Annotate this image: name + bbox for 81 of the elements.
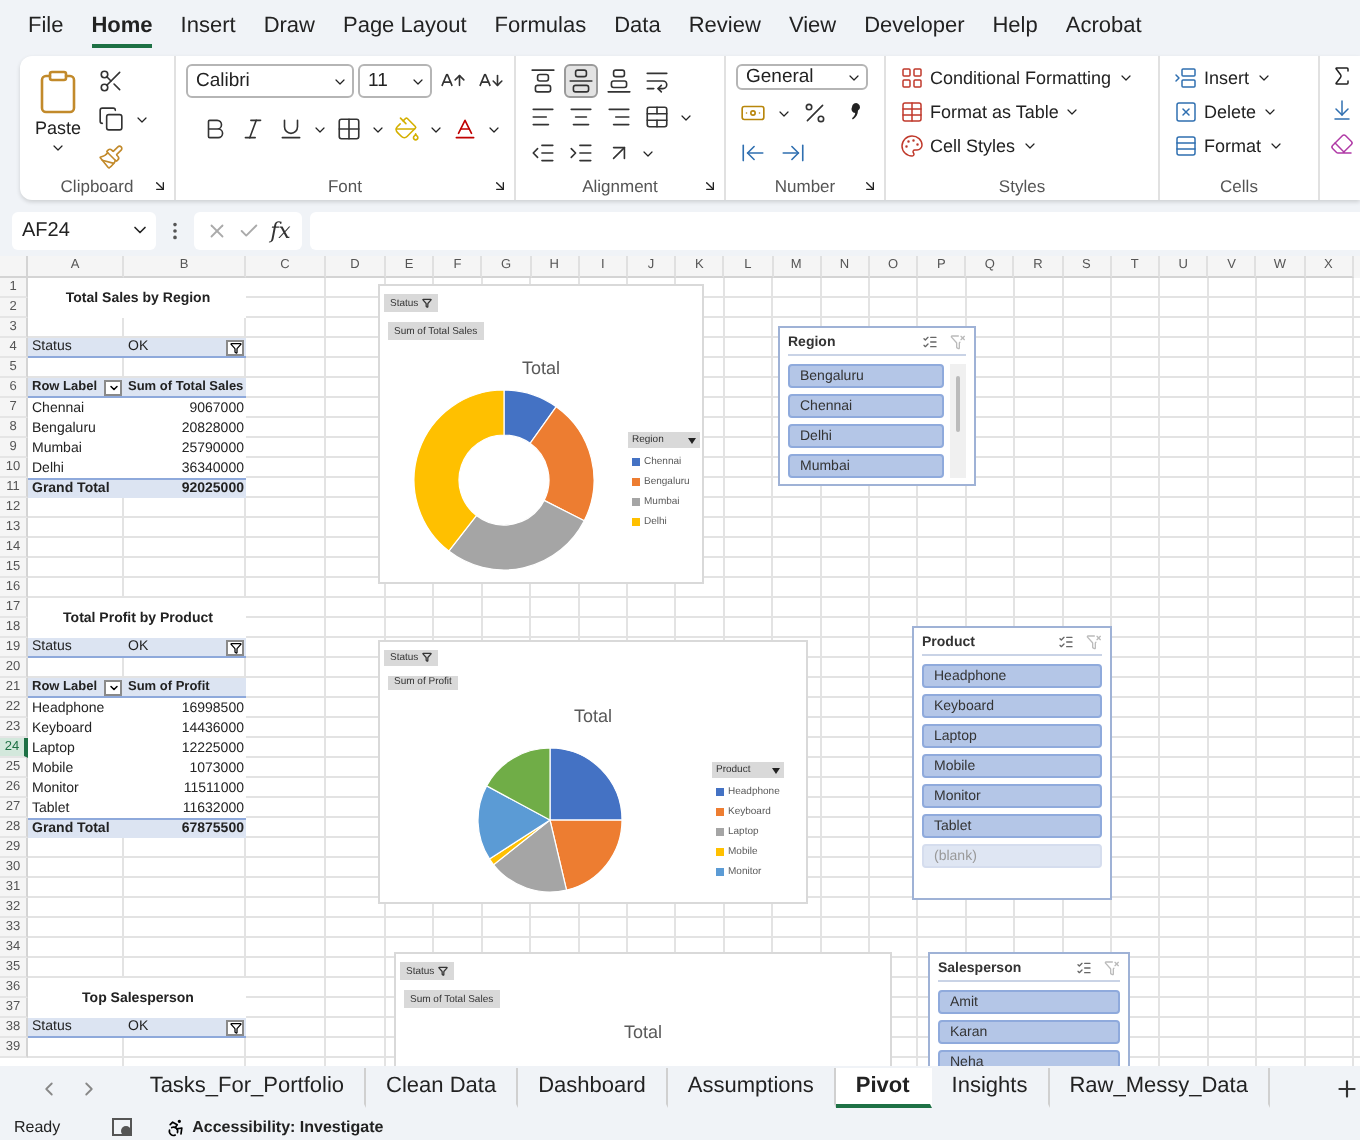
caret-icon[interactable] [1255, 70, 1272, 86]
menu-tab[interactable]: Formulas [494, 8, 587, 48]
dialog-launcher-icon[interactable] [492, 177, 508, 193]
chart-title: Total [623, 1022, 662, 1042]
caret-icon[interactable] [688, 437, 696, 443]
pie-slice[interactable] [549, 819, 623, 891]
donut-slice[interactable] [503, 389, 557, 444]
add-sheet-button[interactable] [1333, 1075, 1360, 1101]
pie-slice[interactable] [549, 747, 623, 821]
dialog-launcher-icon[interactable] [152, 177, 168, 193]
sheet-tab[interactable]: Insights [931, 1068, 1050, 1108]
multi-select-icon[interactable] [922, 334, 938, 350]
styles-button[interactable]: Conditional Formatting [896, 64, 1138, 92]
menu-tab[interactable]: Review [688, 8, 761, 48]
filter-icon[interactable] [422, 298, 433, 308]
styles-button[interactable]: Format as Table [896, 98, 1085, 126]
fill-icon[interactable] [1330, 98, 1354, 122]
scrollbar[interactable] [950, 364, 966, 478]
group-label: Font [327, 175, 362, 195]
styles-button[interactable]: Cell Styles [896, 132, 1042, 160]
group-label: Cells [1220, 175, 1258, 195]
chart-title: Total [521, 358, 560, 378]
sheet-tab[interactable]: Tasks_For_Portfolio [129, 1068, 367, 1108]
group-label: Styles [998, 175, 1046, 195]
caret-icon[interactable] [1064, 104, 1081, 120]
menu-tab[interactable]: Insert [180, 8, 236, 48]
menu-tab[interactable]: Acrobat [1065, 8, 1142, 48]
caret-icon[interactable] [50, 140, 66, 156]
menu-tab[interactable]: Developer [864, 8, 965, 48]
sheet-tab[interactable]: Pivot [835, 1068, 932, 1108]
cells-button[interactable]: Delete [1170, 98, 1283, 126]
group-label: Clipboard [60, 175, 134, 195]
sheet-tab[interactable]: Raw_Messy_Data [1049, 1068, 1270, 1108]
dialog-launcher-icon[interactable] [702, 177, 718, 193]
font-name-field[interactable]: Calibri [186, 64, 354, 98]
format-icon[interactable] [1174, 134, 1198, 158]
eraser-icon[interactable] [1330, 132, 1354, 156]
delete-icon[interactable] [1174, 100, 1198, 124]
filter-icon[interactable] [422, 652, 433, 663]
accessibility-icon[interactable] [166, 1117, 187, 1137]
caret-icon[interactable] [1267, 138, 1284, 154]
menu-tab[interactable]: File [28, 8, 64, 48]
pie-slice[interactable] [493, 819, 568, 893]
caret-icon[interactable] [1021, 138, 1038, 154]
filter-icon[interactable] [438, 966, 449, 976]
menu-tab[interactable]: Home [91, 8, 153, 48]
menu-tab[interactable]: Draw [263, 8, 315, 48]
group-label: Alignment [582, 175, 658, 195]
insert-function-button[interactable]: fx [270, 217, 291, 243]
menu-tab[interactable]: View [788, 8, 837, 48]
conditional-formatting-icon[interactable] [900, 66, 924, 90]
caret-icon[interactable] [1117, 70, 1134, 86]
menu-tab[interactable]: Page Layout [342, 8, 467, 48]
chart-title: Total [573, 706, 612, 726]
font-size-field[interactable]: 11 [358, 64, 432, 98]
multi-select-icon[interactable] [1076, 960, 1092, 976]
pie-slice[interactable] [486, 747, 551, 821]
macro-record-icon[interactable] [112, 1117, 135, 1137]
dialog-launcher-icon[interactable] [862, 177, 878, 193]
caret-icon[interactable] [772, 767, 780, 773]
table-icon[interactable] [900, 100, 924, 124]
cells-button[interactable]: Insert [1170, 64, 1276, 92]
sheet-tab[interactable]: Clean Data [366, 1068, 519, 1108]
name-box[interactable]: AF24 [12, 211, 156, 249]
cells-button[interactable]: Format [1170, 132, 1288, 160]
status-text: Ready [14, 1118, 61, 1136]
group-label: Number [774, 175, 836, 195]
menu-tab[interactable]: Help [992, 8, 1038, 48]
accessibility-button[interactable]: Accessibility: Investigate [166, 1117, 384, 1137]
paste-button[interactable]: Paste [30, 64, 86, 170]
insert-icon[interactable] [1174, 66, 1198, 90]
donut-slice[interactable] [529, 406, 595, 522]
sheet-tab[interactable]: Dashboard [518, 1068, 668, 1108]
number-format-field[interactable]: General [736, 64, 868, 90]
multi-select-icon[interactable] [1058, 634, 1074, 650]
menu-tab[interactable]: Data [614, 8, 661, 48]
cell-styles-icon[interactable] [900, 134, 924, 158]
autosum-icon[interactable] [1330, 64, 1354, 88]
donut-slice[interactable] [448, 499, 585, 571]
pie-slice[interactable] [477, 785, 551, 860]
caret-icon[interactable] [1262, 104, 1279, 120]
